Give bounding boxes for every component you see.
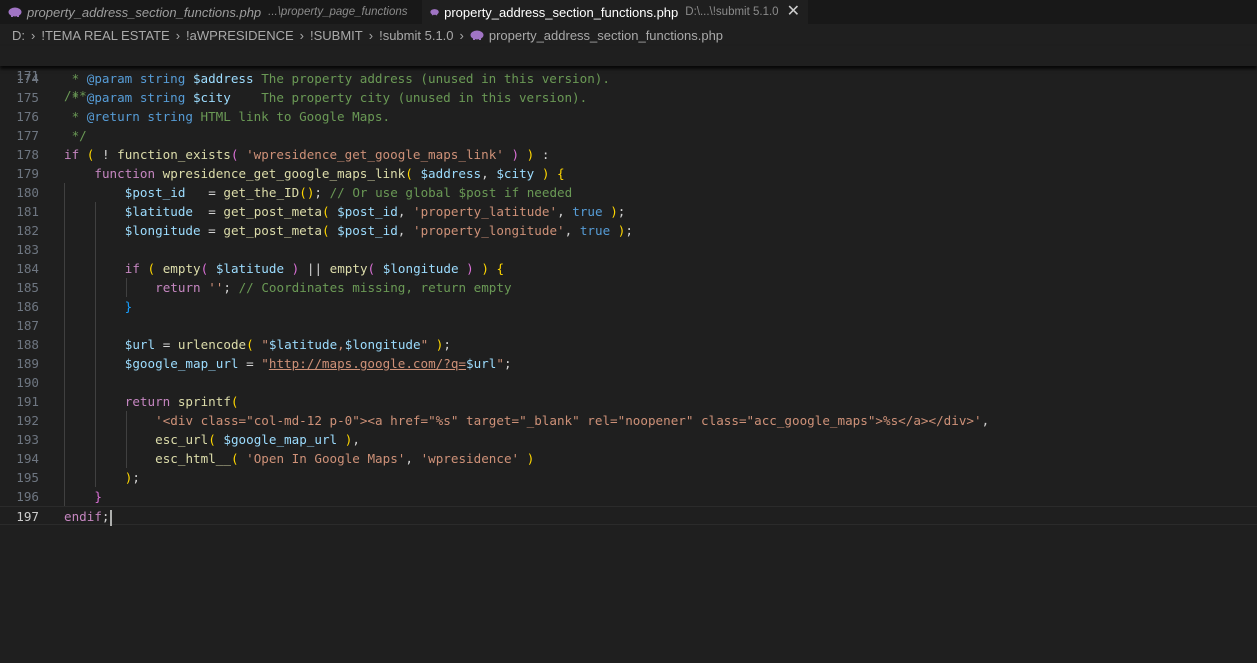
tab-label: property_address_section_functions.php [444,4,679,20]
breadcrumb-drive[interactable]: D: [12,28,25,43]
text-cursor [109,509,112,526]
line-number: 196 [16,489,39,504]
code-line: 180 $post_id = get_the_ID(); // Or use g… [0,183,1257,202]
breadcrumb-submit[interactable]: !SUBMIT [310,28,363,43]
code-text: esc_url( $google_map_url ), [155,432,360,447]
code-line: 176 * @return string HTML link to Google… [0,107,1257,126]
code-line: 190 [0,373,1257,392]
line-number: 171 [16,68,39,83]
breadcrumb-submit-version[interactable]: !submit 5.1.0 [379,28,453,43]
chevron-right-icon: › [368,27,374,43]
code-text: function wpresidence_get_google_maps_lin… [94,166,565,181]
code-line: 184 if ( empty( $latitude ) || empty( $l… [0,259,1257,278]
code-text: } [94,489,102,504]
code-text: * @param string $city The property city … [64,90,588,105]
breadcrumb-file[interactable]: property_address_section_functions.php [489,28,723,43]
code-text: ); [124,470,140,485]
line-number: 194 [16,451,39,466]
php-file-icon [470,30,484,40]
breadcrumb: D: › !TEMA REAL ESTATE › !aWPRESIDENCE ›… [0,24,1257,46]
code-line: 178 if ( ! function_exists( 'wpresidence_… [0,145,1257,164]
line-number: 181 [16,204,39,219]
code-text: endif; [64,509,112,526]
php-file-icon [8,7,22,17]
code-line: 183 [0,240,1257,259]
line-number: 193 [16,432,39,447]
tab-label: property_address_section_functions.php [27,4,262,20]
code-line: 194 esc_html__( 'Open In Google Maps', '… [0,449,1257,468]
code-text: * @return string HTML link to Google Map… [64,109,391,124]
code-text: $latitude = get_post_meta( $post_id, 'pr… [124,204,626,219]
code-text: if ( ! function_exists( 'wpresidence_get… [64,147,550,162]
line-number: 183 [16,242,39,257]
code-line: 174 * @param string $address The propert… [0,69,1257,88]
line-number: 191 [16,394,39,409]
code-line: 195 ); [0,468,1257,487]
line-number: 186 [16,299,39,314]
line-number: 177 [16,128,39,143]
line-number: 188 [16,337,39,352]
line-number: 180 [16,185,39,200]
chevron-right-icon: › [299,27,305,43]
chevron-right-icon: › [459,27,464,43]
close-icon[interactable]: ✕ [787,4,800,20]
code-line: 187 [0,316,1257,335]
code-text: esc_html__( 'Open In Google Maps', 'wpre… [155,451,535,466]
code-text: '<div class="col-md-12 p-0"><a href="%s"… [155,413,990,428]
line-number: 192 [16,413,39,428]
tab-property-address-inactive[interactable]: property_address_section_functions.php .… [0,0,422,24]
code-line: 196 } [0,487,1257,506]
code-line: 182 $longitude = get_post_meta( $post_id… [0,221,1257,240]
php-file-icon [430,9,439,16]
code-line: 191 return sprintf( [0,392,1257,411]
code-text: return ''; // Coordinates missing, retur… [155,280,512,295]
line-number: 179 [16,166,39,181]
tab-path: ...\property_page_functions [268,6,408,18]
code-line: 188 $url = urlencode( "$latitude,$longit… [0,335,1257,354]
code-text: if ( empty( $latitude ) || empty( $longi… [124,261,505,276]
code-line: 179 function wpresidence_get_google_maps… [0,164,1257,183]
line-number: 182 [16,223,39,238]
editor-tab-bar: property_address_section_functions.php .… [0,0,1257,24]
code-text: return sprintf( [124,394,239,409]
code-text: * @param string $address The property ad… [64,71,610,86]
line-number: 185 [16,280,39,295]
code-text: $url = urlencode( "$latitude,$longitude"… [124,337,451,352]
code-text: } [124,299,133,314]
line-number: 178 [16,147,39,162]
code-line: 193 esc_url( $google_map_url ), [0,430,1257,449]
breadcrumb-tema-real-estate[interactable]: !TEMA REAL ESTATE [41,28,169,43]
code-line: 171 /** [0,46,1257,103]
line-number: 184 [16,261,39,276]
code-line: 185 return ''; // Coordinates missing, r… [0,278,1257,297]
line-number: 195 [16,470,39,485]
line-number: 190 [16,375,39,390]
line-number: 189 [16,356,39,371]
tab-property-address-active[interactable]: property_address_section_functions.php D… [422,0,808,24]
code-line: 192 '<div class="col-md-12 p-0"><a href=… [0,411,1257,430]
code-line: 189 $google_map_url = "http://maps.googl… [0,354,1257,373]
code-text: */ [64,128,87,143]
code-text: $post_id = get_the_ID(); // Or use globa… [124,185,573,200]
code-line: 177 */ [0,126,1257,145]
code-line: 181 $latitude = get_post_meta( $post_id,… [0,202,1257,221]
code-text: /** [64,88,87,103]
code-line-current: 197 endif; [0,506,1257,526]
sticky-scroll-header[interactable]: 171 /** [0,46,1257,103]
code-line: 186 } [0,297,1257,316]
chevron-right-icon: › [175,27,181,43]
breadcrumb-awpresidence[interactable]: !aWPRESIDENCE [186,28,294,43]
line-number: 197 [16,509,39,524]
code-text: $longitude = get_post_meta( $post_id, 'p… [124,223,633,238]
code-line: 175 * @param string $city The property c… [0,88,1257,107]
line-number: 187 [16,318,39,333]
code-editor[interactable]: 174 * @param string $address The propert… [0,69,1257,526]
chevron-right-icon: › [31,27,36,43]
tab-path: D:\...\!submit 5.1.0 [685,6,779,18]
code-text: $google_map_url = "http://maps.google.co… [124,356,512,371]
